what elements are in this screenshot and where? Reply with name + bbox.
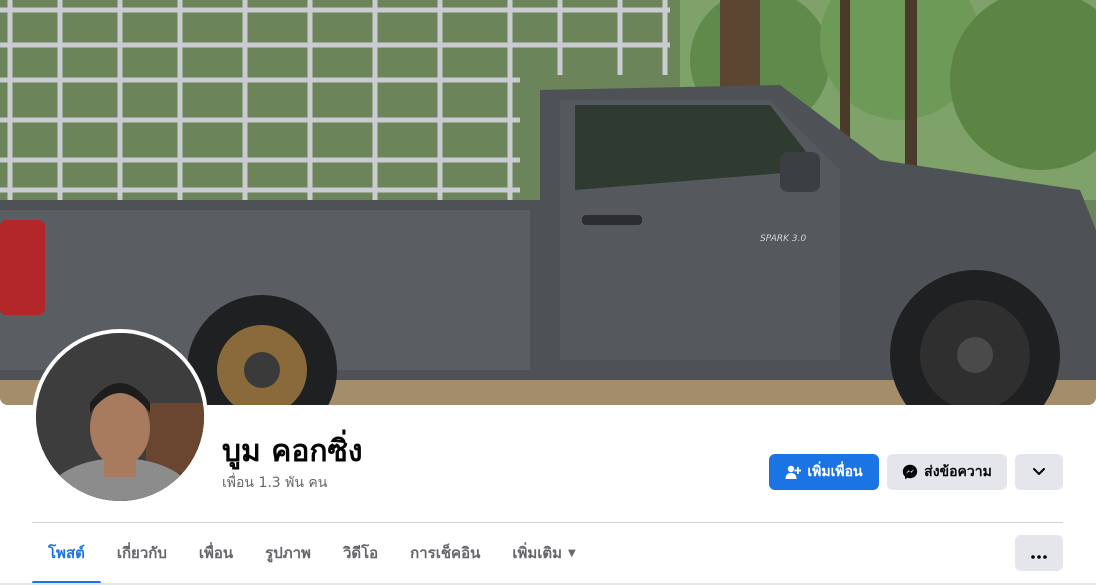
messenger-icon — [902, 464, 918, 480]
tab-check-ins[interactable]: การเช็คอิน — [394, 524, 496, 582]
add-friend-label: เพิ่มเพื่อน — [807, 464, 863, 480]
profile-tabs: โพสต์ เกี่ยวกับ เพื่อน รูปภาพ วิดีโอ การ… — [32, 524, 592, 584]
tab-label: รูปภาพ — [265, 544, 311, 562]
tab-photos[interactable]: รูปภาพ — [249, 524, 327, 582]
tab-label: เพื่อน — [198, 544, 234, 562]
add-friend-button[interactable]: เพิ่มเพื่อน — [769, 454, 879, 490]
profile-avatar[interactable] — [32, 329, 208, 505]
tab-label: เพิ่มเติม — [512, 544, 563, 562]
tab-videos[interactable]: วิดีโอ — [327, 524, 394, 582]
message-label: ส่งข้อความ — [924, 464, 992, 480]
tab-label: เกี่ยวกับ — [116, 544, 167, 562]
avatar-image — [36, 333, 204, 501]
tab-label: การเช็คอิน — [410, 544, 481, 562]
svg-text:SPARK 3.0: SPARK 3.0 — [760, 234, 806, 244]
tab-posts[interactable]: โพสต์ — [32, 524, 101, 584]
profile-options-button[interactable] — [1015, 454, 1063, 490]
chevron-down-icon — [1033, 464, 1045, 480]
ellipsis-icon — [1031, 544, 1047, 563]
add-friend-icon — [785, 464, 802, 480]
caret-down-icon: ▼ — [568, 547, 576, 559]
tab-label: โพสต์ — [48, 544, 85, 562]
tab-more[interactable]: เพิ่มเติม ▼ — [496, 524, 591, 582]
tab-friends[interactable]: เพื่อน — [183, 524, 249, 582]
header-divider — [32, 522, 1063, 523]
more-options-button[interactable] — [1015, 535, 1063, 571]
message-button[interactable]: ส่งข้อความ — [887, 454, 1007, 490]
tab-about[interactable]: เกี่ยวกับ — [101, 524, 183, 582]
profile-name: บูม คอกซิ่ง — [222, 434, 363, 469]
tab-label: วิดีโอ — [342, 544, 379, 562]
friends-count[interactable]: เพื่อน 1.3 พัน คน — [222, 472, 327, 494]
